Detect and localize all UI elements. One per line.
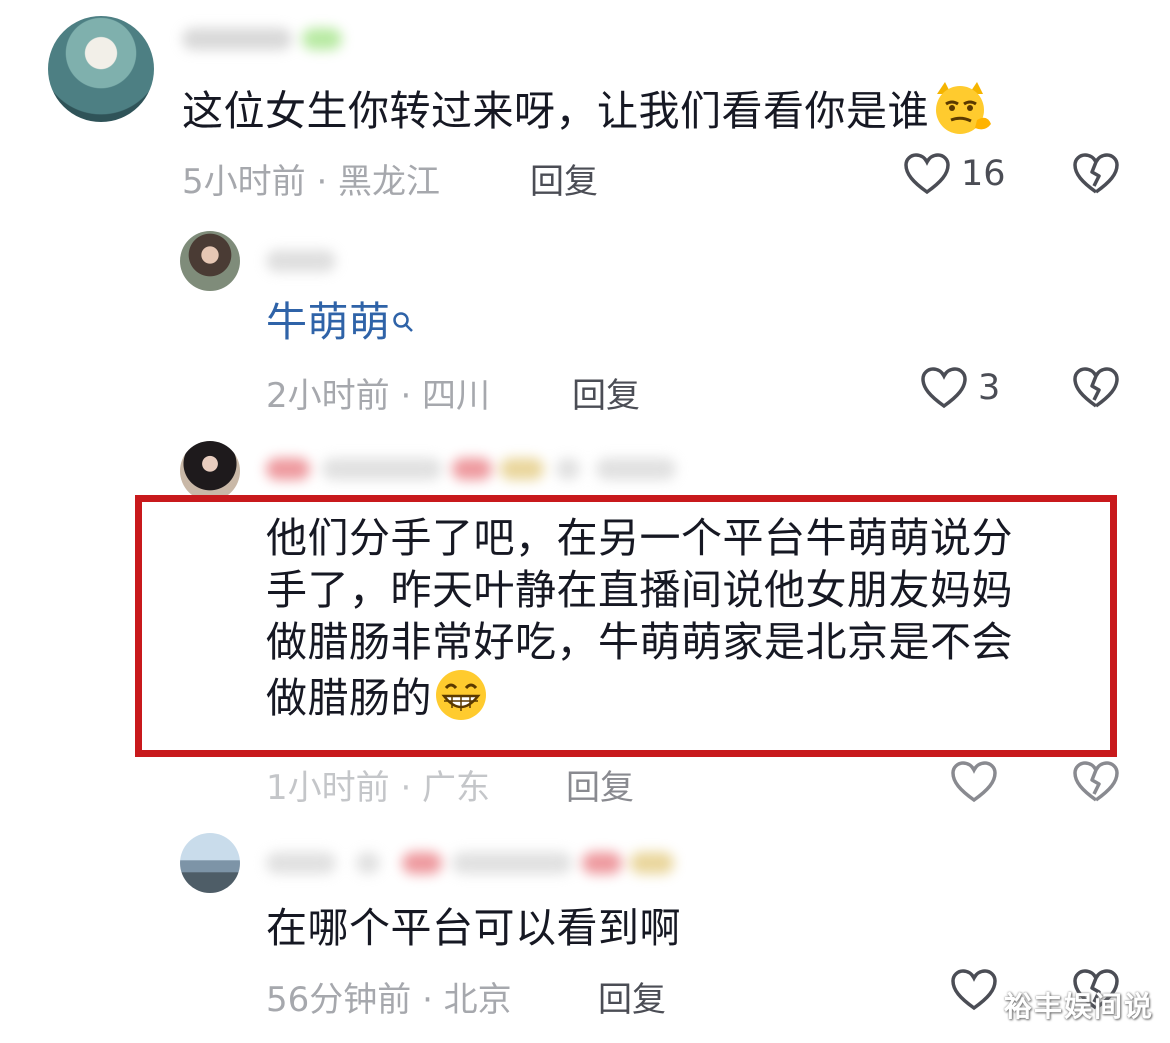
comment-meta: 56分钟前 · 北京 <box>266 980 512 1020</box>
watermark: 裕丰娱间说 <box>1003 990 1154 1023</box>
like-button[interactable]: 3 <box>920 366 1000 410</box>
smirk-cat-emoji <box>929 80 995 148</box>
avatar[interactable] <box>48 16 154 122</box>
reply-button[interactable]: 回复 <box>572 368 640 417</box>
username-blurred[interactable] <box>266 452 696 486</box>
reply-button[interactable]: 回复 <box>566 760 634 809</box>
dislike-button[interactable] <box>1072 366 1120 410</box>
username-blurred[interactable] <box>266 846 696 880</box>
comment-meta: 1小时前 · 广东 <box>266 768 491 808</box>
comment-meta: 2小时前 · 四川 <box>266 376 491 416</box>
heart-outline-icon <box>950 760 998 804</box>
reply-button[interactable]: 回复 <box>598 972 666 1021</box>
comment-text: 在哪个平台可以看到啊 <box>266 904 681 952</box>
comment-text: 牛萌萌 <box>266 296 417 348</box>
broken-heart-icon <box>1072 152 1120 196</box>
username-blurred[interactable] <box>266 244 346 278</box>
highlight-box <box>135 495 1117 757</box>
comment-meta: 5小时前 · 黑龙江 <box>182 162 441 202</box>
username-blurred[interactable] <box>182 22 362 56</box>
mention-link[interactable]: 牛萌萌 <box>266 298 391 346</box>
avatar[interactable] <box>180 441 240 501</box>
dislike-button[interactable] <box>1072 760 1120 804</box>
like-count: 16 <box>961 154 1006 194</box>
comment-body: 这位女生你转过来呀，让我们看看你是谁 <box>182 87 929 135</box>
avatar[interactable] <box>180 833 240 893</box>
like-button[interactable]: 16 <box>903 152 1006 196</box>
comment-text: 这位女生你转过来呀，让我们看看你是谁 <box>182 80 995 148</box>
heart-outline-icon <box>950 968 998 1012</box>
heart-outline-icon <box>920 366 968 410</box>
like-button[interactable] <box>950 760 998 804</box>
reply-button[interactable]: 回复 <box>530 154 598 203</box>
search-icon[interactable] <box>391 296 417 348</box>
broken-heart-icon <box>1072 366 1120 410</box>
dislike-button[interactable] <box>1072 152 1120 196</box>
broken-heart-icon <box>1072 760 1120 804</box>
like-button[interactable] <box>950 968 998 1012</box>
like-count: 3 <box>978 368 1001 408</box>
avatar[interactable] <box>180 231 240 291</box>
heart-outline-icon <box>903 152 951 196</box>
